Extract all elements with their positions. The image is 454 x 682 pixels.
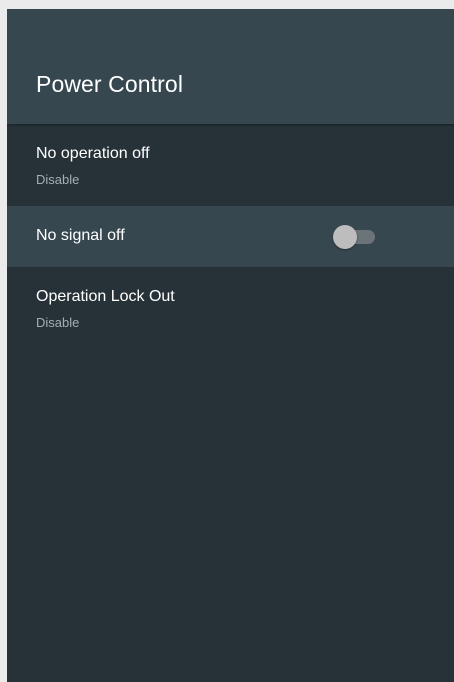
setting-operation-lock-out[interactable]: Operation Lock Out Disable (7, 267, 454, 349)
page-title: Power Control (36, 71, 184, 97)
setting-no-signal-off[interactable]: No signal off (7, 206, 454, 267)
setting-value: Disable (36, 315, 80, 330)
setting-value: Disable (36, 172, 80, 187)
setting-label: No operation off (36, 145, 150, 162)
setting-label: Operation Lock Out (36, 288, 175, 305)
setting-label: No signal off (36, 227, 125, 244)
setting-no-operation-off[interactable]: No operation off Disable (7, 124, 454, 206)
no-signal-off-toggle[interactable] (333, 225, 375, 249)
panel-header: Power Control (7, 9, 454, 124)
settings-panel: Power Control No operation off Disable N… (7, 9, 454, 682)
toggle-thumb (333, 225, 357, 249)
